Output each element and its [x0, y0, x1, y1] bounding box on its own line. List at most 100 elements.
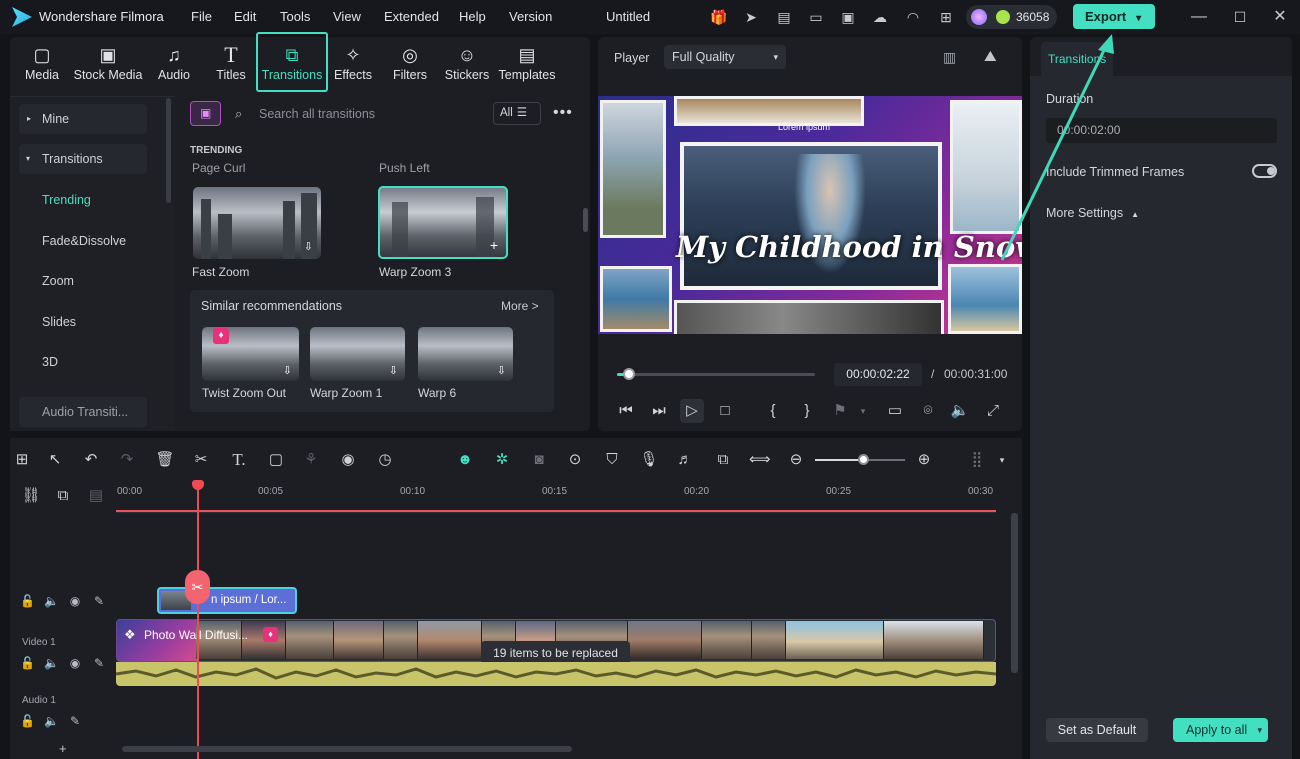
lock-icon[interactable]: 🔓 [20, 594, 35, 608]
download-icon[interactable]: ⇩ [304, 240, 313, 253]
task-icon[interactable]: ▤ [775, 8, 793, 26]
zoom-out-icon[interactable]: ⊖ [786, 450, 806, 470]
transition-thumb-warp-6[interactable]: ⇩ [418, 327, 513, 381]
link-icon[interactable]: ⛓ [21, 486, 41, 506]
audio-waveform[interactable] [116, 662, 996, 686]
chevron-down-icon[interactable]: ▾ [992, 450, 1012, 470]
split-scissors-icon[interactable]: ✂ [191, 450, 211, 470]
sidebar-item-slides[interactable]: Slides [19, 307, 147, 337]
lock-icon[interactable]: 🔓 [20, 714, 35, 728]
split-scissors-marker[interactable]: ✂ [185, 570, 210, 604]
transition-thumb-warp-zoom-1[interactable]: ⇩ [310, 327, 405, 381]
apps-grid-icon[interactable]: ⊞ [937, 8, 955, 26]
color-icon[interactable]: ⚘ [301, 450, 321, 470]
ai-assistant-icon[interactable]: ☻ [455, 450, 475, 470]
gift-icon[interactable]: 🎁 [710, 8, 728, 26]
headset-icon[interactable]: ◠ [904, 8, 922, 26]
next-frame-icon[interactable]: ⏭ [649, 401, 669, 421]
download-icon[interactable]: ⇩ [389, 364, 398, 377]
menu-file[interactable]: File [191, 9, 212, 24]
delete-icon[interactable]: 🗑 [155, 450, 175, 470]
fullscreen-icon[interactable]: ⤢ [983, 401, 1003, 421]
search-input[interactable]: Search all transitions [259, 107, 375, 121]
track-manager-icon[interactable]: ▤ [86, 486, 106, 506]
set-as-default-button[interactable]: Set as Default [1046, 718, 1148, 742]
tab-effects[interactable]: ✧ Effects [321, 42, 385, 90]
sidebar-item-trending[interactable]: Trending [19, 185, 147, 215]
mute-effects-icon[interactable]: ✎ [92, 594, 106, 608]
quality-select[interactable]: Full Quality ▾ [664, 45, 786, 69]
include-trimmed-toggle[interactable] [1252, 164, 1277, 178]
eye-icon[interactable]: ◉ [68, 656, 82, 670]
mark-out-icon[interactable]: } [797, 401, 817, 421]
sidebar-item-3d[interactable]: 3D [19, 347, 147, 377]
camera-snapshot-icon[interactable]: ⌾ [918, 401, 938, 421]
render-icon[interactable]: ⊙ [565, 450, 585, 470]
timeline-vertical-scrollbar[interactable] [1011, 513, 1018, 673]
track-menu-icon[interactable]: ⣿ [967, 450, 987, 470]
zoom-slider[interactable] [815, 454, 905, 465]
fit-timeline-icon[interactable]: ⟺ [749, 450, 771, 470]
play-button[interactable]: ▷ [680, 399, 704, 423]
playback-progress-track[interactable] [617, 368, 815, 380]
microphone-icon[interactable]: 🎙 [639, 450, 659, 470]
transition-thumb-fast-zoom[interactable]: ⇩ [193, 187, 321, 259]
layout-grid-icon[interactable]: ⊞ [12, 450, 32, 470]
select-tool-icon[interactable]: ↖ [45, 450, 65, 470]
text-tool-icon[interactable]: T. [229, 450, 249, 470]
eye-icon[interactable]: ◉ [68, 594, 82, 608]
cloud-icon[interactable]: ☁ [871, 8, 889, 26]
add-track-button[interactable]: + [59, 741, 67, 756]
menu-version[interactable]: Version [509, 9, 552, 24]
stop-icon[interactable]: □ [715, 401, 735, 421]
lock-icon[interactable]: 🔓 [20, 656, 35, 670]
volume-icon[interactable]: 🔈 [950, 401, 970, 421]
previous-frame-icon[interactable]: ⏮ [616, 401, 636, 421]
sidebar-item-transitions[interactable]: ▾ Transitions [19, 144, 147, 174]
undo-icon[interactable]: ↶ [81, 450, 101, 470]
credits-badge[interactable]: 36058 [966, 5, 1057, 29]
tab-stickers[interactable]: ☺ Stickers [435, 42, 499, 90]
sidebar-item-fade-dissolve[interactable]: Fade&Dissolve [19, 226, 147, 256]
mute-effects-icon[interactable]: ✎ [92, 656, 106, 670]
sidebar-scrollbar[interactable] [166, 98, 171, 203]
menu-extended[interactable]: Extended [384, 9, 439, 24]
menu-help[interactable]: Help [459, 9, 486, 24]
shield-icon[interactable]: ⛉ [602, 450, 622, 470]
tab-filters[interactable]: ◎ Filters [378, 42, 442, 90]
download-icon[interactable]: ⇩ [283, 364, 292, 377]
display-icon[interactable]: ▭ [885, 401, 905, 421]
grid-view-icon[interactable]: ▥ [943, 49, 956, 66]
marker-icon[interactable]: ⚑ [830, 401, 850, 421]
ai-transition-button[interactable]: ▣ [190, 101, 221, 126]
snap-icon[interactable]: ✲ [492, 450, 512, 470]
add-icon[interactable]: + [490, 237, 498, 253]
export-button[interactable]: Export ▾ [1073, 4, 1155, 29]
maximize-icon[interactable]: ☐ [1231, 8, 1249, 26]
layout-icon[interactable]: ▭ [807, 8, 825, 26]
volume-icon[interactable]: 🔈 [44, 714, 59, 728]
more-options-icon[interactable]: ••• [553, 104, 573, 122]
send-icon[interactable]: ➤ [742, 8, 760, 26]
ai-effect-icon[interactable]: ◉ [338, 450, 358, 470]
volume-icon[interactable]: 🔈 [44, 594, 59, 608]
camera-record-icon[interactable]: ◙ [529, 450, 549, 470]
tab-templates[interactable]: ▤ Templates [493, 42, 561, 90]
chevron-down-icon[interactable]: ▾ [853, 401, 873, 421]
download-icon[interactable]: ⇩ [497, 364, 506, 377]
tab-media[interactable]: ▢ Media [10, 42, 74, 90]
audio-mix-icon[interactable]: ♬ [675, 450, 695, 470]
tab-stock-media[interactable]: ▣ Stock Media [72, 42, 144, 90]
menu-view[interactable]: View [333, 9, 361, 24]
mark-in-icon[interactable]: { [763, 401, 783, 421]
menu-edit[interactable]: Edit [234, 9, 256, 24]
replace-icon[interactable]: ⧉ [713, 450, 733, 470]
tab-titles[interactable]: T Titles [199, 42, 263, 90]
mute-effects-icon[interactable]: ✎ [68, 714, 82, 728]
tab-audio[interactable]: ♫ Audio [142, 42, 206, 90]
tab-transitions[interactable]: ⧉ Transitions [256, 32, 328, 92]
minimize-icon[interactable]: — [1190, 8, 1208, 26]
group-icon[interactable]: ⧉ [53, 486, 73, 506]
transition-thumb-warp-zoom-3[interactable]: + [378, 186, 508, 259]
sidebar-item-zoom[interactable]: Zoom [19, 266, 147, 296]
